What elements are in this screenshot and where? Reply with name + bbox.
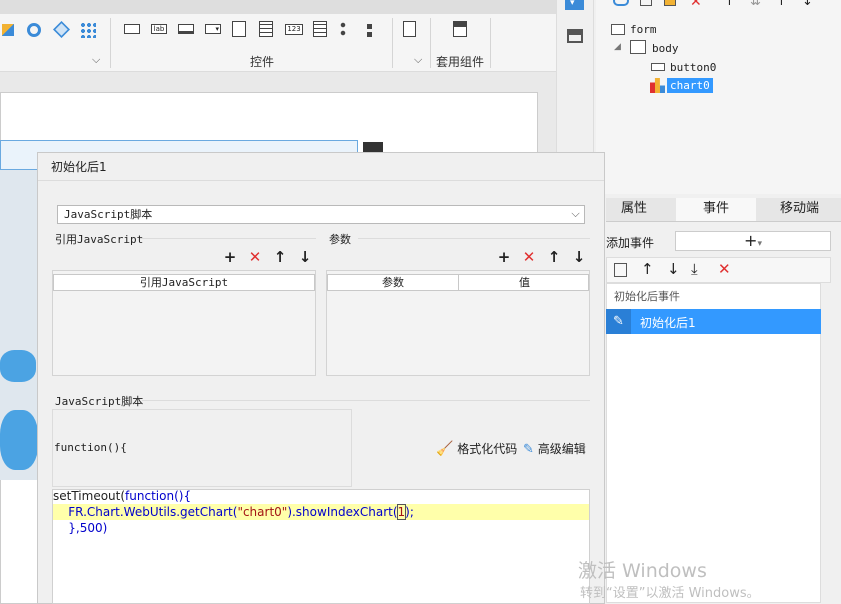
copy-event-icon[interactable] [614, 263, 627, 277]
delete-param-icon[interactable]: ✕ [521, 249, 537, 265]
textfield-widget-icon[interactable] [178, 24, 194, 34]
param-column-header[interactable]: 参数 [328, 275, 458, 290]
dialog-title: 初始化后1 [51, 160, 107, 174]
advanced-edit-label: 高级编辑 [537, 442, 586, 456]
gauge-chart-icon[interactable] [27, 23, 41, 37]
toolbar-tabstrip [0, 0, 556, 14]
checkbox-group-widget-icon[interactable] [232, 21, 246, 37]
events-list-header: 初始化后事件 [614, 290, 680, 303]
tab-mobile[interactable]: 移动端 [758, 198, 841, 221]
move-event-down-icon[interactable]: ↓ [667, 260, 680, 278]
move-event-bottom-icon[interactable]: ⤓ [691, 260, 698, 278]
tree-node-button0[interactable]: button0 [670, 61, 716, 74]
ref-js-column-header[interactable]: 引用JavaScript [53, 274, 315, 291]
checkbox-list-widget-icon[interactable] [367, 21, 381, 37]
toolbar-separator [490, 18, 491, 68]
divider [140, 238, 316, 239]
add-ref-js-icon[interactable]: + [222, 249, 238, 265]
chart-group-dropdown-icon[interactable]: ⌵ [92, 53, 100, 67]
body-node-icon [630, 40, 646, 54]
event-item-after-init[interactable]: 初始化后1 [606, 309, 821, 334]
events-toolbar: ↑ ↓ ⤓ ✕ [606, 257, 831, 283]
code-line-2: FR.Chart.WebUtils.getChart("chart0").sho… [53, 504, 414, 520]
copy-icon[interactable] [640, 0, 652, 6]
divider [358, 238, 590, 239]
button-widget-icon[interactable] [124, 24, 140, 34]
number-widget-icon[interactable]: 123 [285, 24, 303, 35]
combobox-widget-icon[interactable]: ▾ [205, 24, 221, 34]
script-section-label: JavaScript脚本 [55, 395, 144, 408]
component-widget-icon[interactable] [453, 21, 467, 37]
add-param-icon[interactable]: + [496, 249, 512, 265]
edit-icon: ✎ [523, 442, 534, 457]
activation-watermark-subtitle: 转到“设置”以激活 Windows。 [580, 586, 760, 601]
search-widget-icon[interactable] [403, 21, 416, 37]
paste-icon[interactable] [664, 0, 676, 6]
format-code-label: 格式化代码 [457, 442, 518, 456]
date-widget-icon[interactable] [259, 21, 273, 37]
chart0-widget[interactable] [0, 170, 40, 480]
divider [38, 180, 604, 181]
params-table-header: 参数 值 [327, 274, 589, 291]
function-signature: function(){ [54, 441, 127, 454]
form-node-icon [611, 24, 625, 35]
move-ref-js-up-icon[interactable]: ↑ [272, 249, 288, 265]
label-widget-icon[interactable]: lab [151, 24, 167, 34]
layout-icon[interactable] [567, 29, 583, 43]
move-down-icon[interactable]: ⇊ [750, 0, 761, 9]
value-column-header[interactable]: 值 [459, 275, 590, 290]
toolbar-separator [430, 18, 431, 68]
tab-events[interactable]: 事件 [676, 198, 756, 221]
advanced-edit-button[interactable]: ✎ 高级编辑 [523, 440, 586, 457]
add-event-button[interactable]: +▾ [675, 231, 831, 251]
activation-watermark-title: 激活 Windows [578, 560, 707, 582]
right-panel-tabs: 属性 事件 移动端 [606, 198, 841, 222]
map-region [0, 350, 36, 382]
tree-node-body[interactable]: body [652, 42, 679, 55]
code-line-1: setTimeout(function(){ [53, 489, 192, 503]
delete-icon[interactable]: ✕ [690, 0, 702, 10]
move-event-up-icon[interactable]: ↑ [641, 260, 654, 278]
components-group-label: 套用组件 [436, 55, 485, 69]
textarea-widget-icon[interactable] [313, 21, 327, 37]
expand-triangle-icon[interactable]: ◢ [614, 42, 621, 52]
ref-js-section-label: 引用JavaScript [55, 233, 144, 246]
event-item-label: 初始化后1 [640, 316, 696, 330]
area-chart-icon[interactable] [2, 24, 14, 36]
radio-group-widget-icon[interactable] [340, 21, 354, 37]
format-code-button[interactable]: 🧹 格式化代码 [436, 440, 517, 457]
params-section-label: 参数 [329, 233, 351, 246]
code-line-3: },500) [53, 521, 108, 535]
add-event-label: 添加事件 [606, 236, 655, 250]
script-type-select[interactable]: JavaScript脚本 [57, 205, 585, 224]
link-icon[interactable] [613, 0, 629, 6]
tree-node-chart0[interactable]: chart0 [667, 78, 713, 93]
move-bottom-icon[interactable]: ↓ [802, 0, 813, 9]
tab-properties[interactable]: 属性 [606, 198, 662, 221]
delete-event-icon[interactable]: ✕ [718, 260, 731, 278]
controls-group-label: 控件 [250, 55, 275, 69]
map-region [0, 410, 38, 470]
move-ref-js-down-icon[interactable]: ↓ [297, 249, 313, 265]
move-up-icon[interactable]: ↑ [724, 0, 735, 9]
divider [142, 400, 590, 401]
delete-ref-js-icon[interactable]: ✕ [247, 249, 263, 265]
toolbar-separator [110, 18, 111, 68]
move-param-down-icon[interactable]: ↓ [571, 249, 587, 265]
controls-group-dropdown-icon[interactable]: ⌵ [414, 53, 422, 67]
chevron-down-icon[interactable]: ⌵ [566, 205, 585, 224]
move-top-icon[interactable]: ↑ [776, 0, 787, 9]
move-param-up-icon[interactable]: ↑ [546, 249, 562, 265]
side-dropdown-button[interactable]: ▾ [565, 0, 584, 10]
scatter-chart-icon[interactable] [80, 22, 96, 38]
button-node-icon [651, 63, 665, 71]
broom-icon: 🧹 [436, 441, 454, 457]
toolbar-separator [392, 18, 393, 68]
edit-pencil-icon[interactable]: ✎ [606, 309, 631, 334]
tree-node-form[interactable]: form [630, 23, 657, 36]
